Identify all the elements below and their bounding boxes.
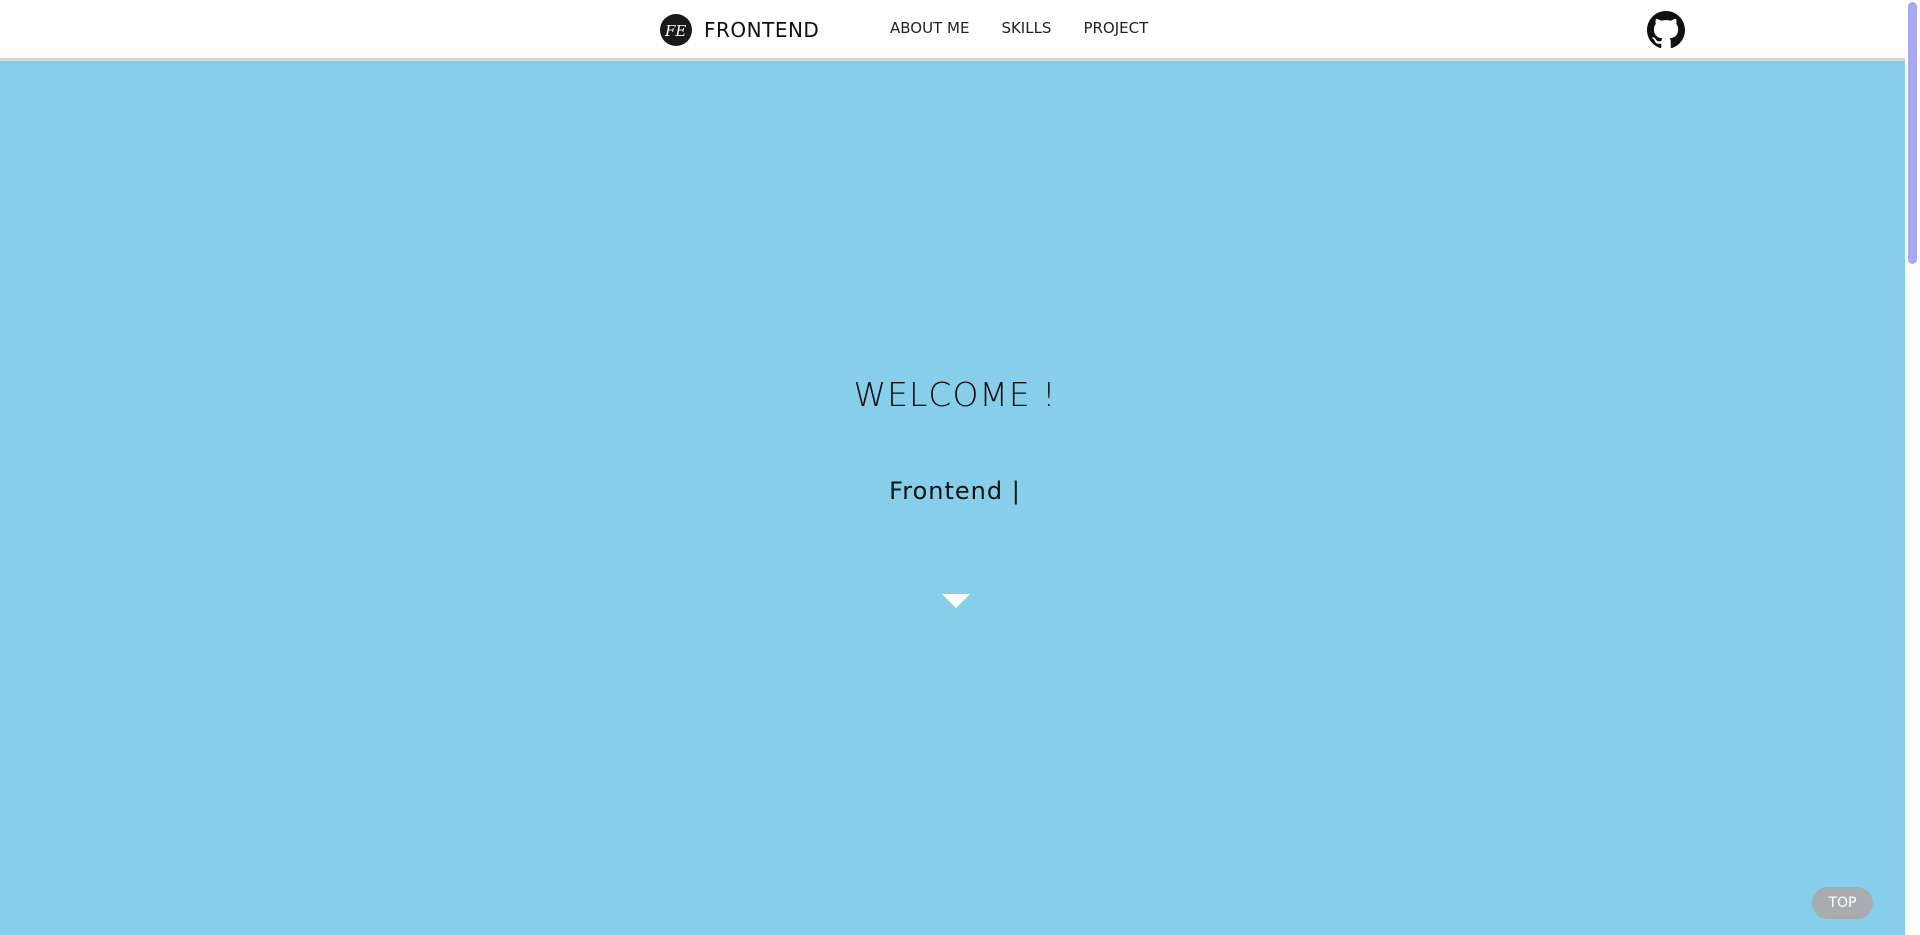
scrollbar[interactable]	[1905, 0, 1920, 935]
caret-down-icon[interactable]	[942, 594, 970, 608]
scrollbar-thumb[interactable]	[1908, 2, 1917, 264]
brand-name: FRONTEND	[704, 18, 820, 42]
fe-logo-icon: FE	[660, 14, 692, 46]
github-icon[interactable]	[1647, 11, 1685, 49]
hero-subtitle: Frontend |	[889, 477, 1021, 505]
main-nav: ABOUT ME SKILLS PROJECT	[890, 19, 1180, 37]
page: FE FRONTEND ABOUT ME SKILLS PROJECT WELC…	[0, 0, 1920, 935]
brand-link[interactable]: FE FRONTEND	[660, 13, 819, 47]
svg-text:FE: FE	[664, 22, 686, 40]
nav-skills[interactable]: SKILLS	[1001, 19, 1051, 37]
site-header: FE FRONTEND ABOUT ME SKILLS PROJECT	[0, 0, 1905, 61]
nav-about-me[interactable]: ABOUT ME	[890, 19, 969, 37]
hero-title: WELCOME !	[853, 375, 1057, 414]
nav-project[interactable]: PROJECT	[1083, 19, 1148, 37]
top-button[interactable]: TOP	[1812, 887, 1873, 919]
